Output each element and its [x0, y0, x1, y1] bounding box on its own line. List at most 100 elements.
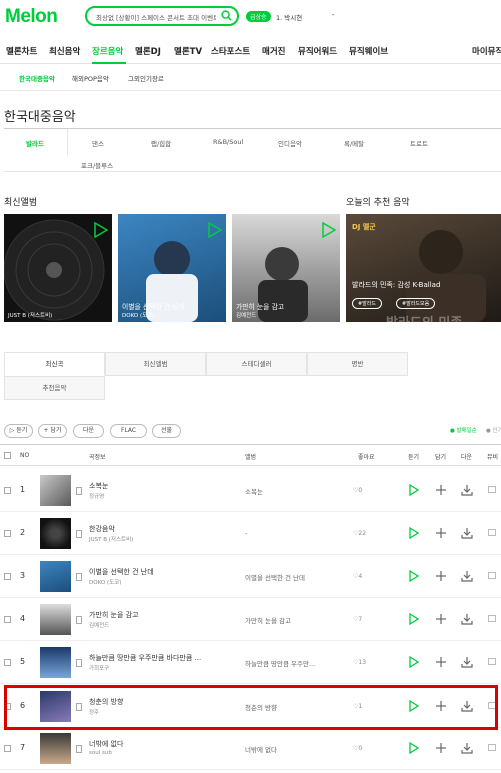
song-title[interactable]: 이별을 선택한 건 난데: [89, 567, 154, 577]
search-bar[interactable]: 최상없 [상황이] 스페이스 콘서트 초대 이벤트: [85, 6, 239, 26]
like-count[interactable]: ♡13: [353, 659, 366, 666]
song-album[interactable]: -: [245, 529, 247, 537]
album-thumbnail[interactable]: [40, 475, 71, 506]
melon-logo[interactable]: Melon: [5, 6, 58, 28]
row-checkbox[interactable]: [4, 487, 11, 494]
play-icon[interactable]: [94, 222, 108, 238]
genre-trot[interactable]: 트로트: [410, 138, 428, 148]
song-title[interactable]: 한강음악: [89, 524, 115, 534]
mv-icon[interactable]: [488, 615, 496, 622]
nav-magazine[interactable]: 매거진: [262, 45, 285, 57]
song-artist[interactable]: DOKO (도코): [89, 578, 121, 586]
genre-indie[interactable]: 인디음악: [278, 138, 302, 148]
recommend-card[interactable]: DJ 멜군 발라드의 민족: 감성 K-Ballad #발라드 #발라드모음 발…: [346, 214, 501, 322]
album-thumbnail[interactable]: [40, 604, 71, 635]
table-row[interactable]: 1 소복눈 정규영 소복눈 ♡0: [0, 469, 501, 512]
flac-button[interactable]: FLAC: [110, 424, 147, 438]
select-all-checkbox[interactable]: [4, 452, 11, 459]
song-artist[interactable]: 가희포구: [89, 664, 109, 672]
nav-genre[interactable]: 장르음악: [92, 45, 123, 57]
subnav-korean[interactable]: 한국대중음악: [19, 73, 55, 83]
subnav-pop[interactable]: 해외POP음악: [72, 73, 109, 83]
song-info-icon[interactable]: [76, 616, 82, 624]
tab-latest-albums[interactable]: 최신앨범: [105, 352, 206, 376]
download-icon[interactable]: [461, 742, 473, 754]
song-artist[interactable]: soul sub: [89, 750, 112, 756]
add-button[interactable]: + 담기: [38, 424, 67, 438]
nav-melon-tv[interactable]: 멜론TV: [174, 45, 202, 57]
mv-icon[interactable]: [488, 486, 496, 493]
play-icon[interactable]: [322, 222, 336, 238]
dj-name[interactable]: DJ 멜군: [352, 222, 376, 232]
genre-ballad[interactable]: 발라드: [26, 138, 44, 148]
album-card[interactable]: 이별을 선택한 건 난데 DOKO (도코): [118, 214, 226, 322]
mv-icon[interactable]: [488, 658, 496, 665]
nav-music-wave[interactable]: 뮤직웨이브: [349, 45, 388, 57]
like-count[interactable]: ♡4: [353, 573, 362, 580]
row-checkbox[interactable]: [4, 573, 11, 580]
mv-icon[interactable]: [488, 529, 496, 536]
tab-latest-songs[interactable]: 최신곡: [4, 352, 105, 376]
song-artist[interactable]: JUST B (저스트비): [89, 535, 133, 543]
like-count[interactable]: ♡22: [353, 530, 366, 537]
song-title[interactable]: 소복눈: [89, 481, 108, 491]
add-icon[interactable]: [435, 656, 447, 668]
subnav-other[interactable]: 그외인기장르: [128, 73, 164, 83]
album-card[interactable]: JUST B (저스트비): [4, 214, 112, 322]
nav-my-music[interactable]: 마이뮤직: [472, 45, 501, 57]
song-album[interactable]: 하늘만큼 땅만큼 우주만...: [245, 658, 315, 668]
genre-folk[interactable]: 포크/블루스: [81, 160, 113, 170]
nav-music-award[interactable]: 뮤직어워드: [298, 45, 337, 57]
tab-recommended[interactable]: 추천음악: [4, 376, 105, 400]
add-icon[interactable]: [435, 742, 447, 754]
row-checkbox[interactable]: [4, 745, 11, 752]
add-icon[interactable]: [435, 613, 447, 625]
song-album[interactable]: 소복눈: [245, 486, 263, 496]
album-thumbnail[interactable]: [40, 561, 71, 592]
song-info-icon[interactable]: [76, 745, 82, 753]
row-checkbox[interactable]: [4, 530, 11, 537]
realtime-rank-item[interactable]: 1. 박시현: [276, 12, 302, 22]
table-row[interactable]: 3 이별을 선택한 건 난데 DOKO (도코) 이별을 선택한 건 난데 ♡4: [0, 555, 501, 598]
tab-steady-seller[interactable]: 스테디셀러: [206, 352, 307, 376]
mv-icon[interactable]: [488, 572, 496, 579]
row-checkbox[interactable]: [4, 659, 11, 666]
nav-melon-chart[interactable]: 멜론차트: [6, 45, 37, 57]
add-icon[interactable]: [435, 570, 447, 582]
sort-by-popularity[interactable]: ● 인기: [486, 426, 501, 434]
genre-rnb[interactable]: R&B/Soul: [213, 138, 243, 146]
download-icon[interactable]: [461, 656, 473, 668]
song-info-icon[interactable]: [76, 487, 82, 495]
download-icon[interactable]: [461, 527, 473, 539]
song-info-icon[interactable]: [76, 659, 82, 667]
album-thumbnail[interactable]: [40, 518, 71, 549]
download-icon[interactable]: [461, 570, 473, 582]
table-row[interactable]: 4 가만히 눈을 감고 김예전드 가만히 눈을 감고 ♡7: [0, 598, 501, 641]
song-artist[interactable]: 정규영: [89, 492, 104, 500]
genre-dance[interactable]: 댄스: [92, 138, 104, 148]
download-icon[interactable]: [461, 484, 473, 496]
album-card[interactable]: 가만히 눈을 감고 김예전드: [232, 214, 340, 322]
play-icon[interactable]: [409, 527, 419, 539]
like-count[interactable]: ♡0: [353, 487, 362, 494]
download-button[interactable]: 다운: [73, 424, 104, 438]
search-input[interactable]: 최상없 [상황이] 스페이스 콘서트 초대 이벤트: [96, 12, 216, 22]
table-row[interactable]: 5 하늘만큼 땅만큼 우주만큼 바다만큼 ... 가희포구 하늘만큼 땅만큼 우…: [0, 641, 501, 684]
tag-chip[interactable]: #발라드모음: [396, 298, 436, 309]
table-row[interactable]: 7 너밖에 없다 soul sub 너밖에 없다 ♡0: [0, 727, 501, 770]
play-icon[interactable]: [409, 570, 419, 582]
mv-icon[interactable]: [488, 744, 496, 751]
gift-button[interactable]: 선물: [152, 424, 181, 438]
song-title[interactable]: 너밖에 없다: [89, 739, 123, 749]
play-icon[interactable]: [208, 222, 222, 238]
album-thumbnail[interactable]: [40, 647, 71, 678]
like-count[interactable]: ♡7: [353, 616, 362, 623]
song-info-icon[interactable]: [76, 573, 82, 581]
album-thumbnail[interactable]: [40, 733, 71, 764]
tag-chip[interactable]: #발라드: [352, 298, 382, 309]
add-icon[interactable]: [435, 527, 447, 539]
download-icon[interactable]: [461, 613, 473, 625]
song-album[interactable]: 너밖에 없다: [245, 744, 277, 754]
play-icon[interactable]: [409, 484, 419, 496]
sort-by-date[interactable]: ● 발매일순: [450, 426, 477, 434]
